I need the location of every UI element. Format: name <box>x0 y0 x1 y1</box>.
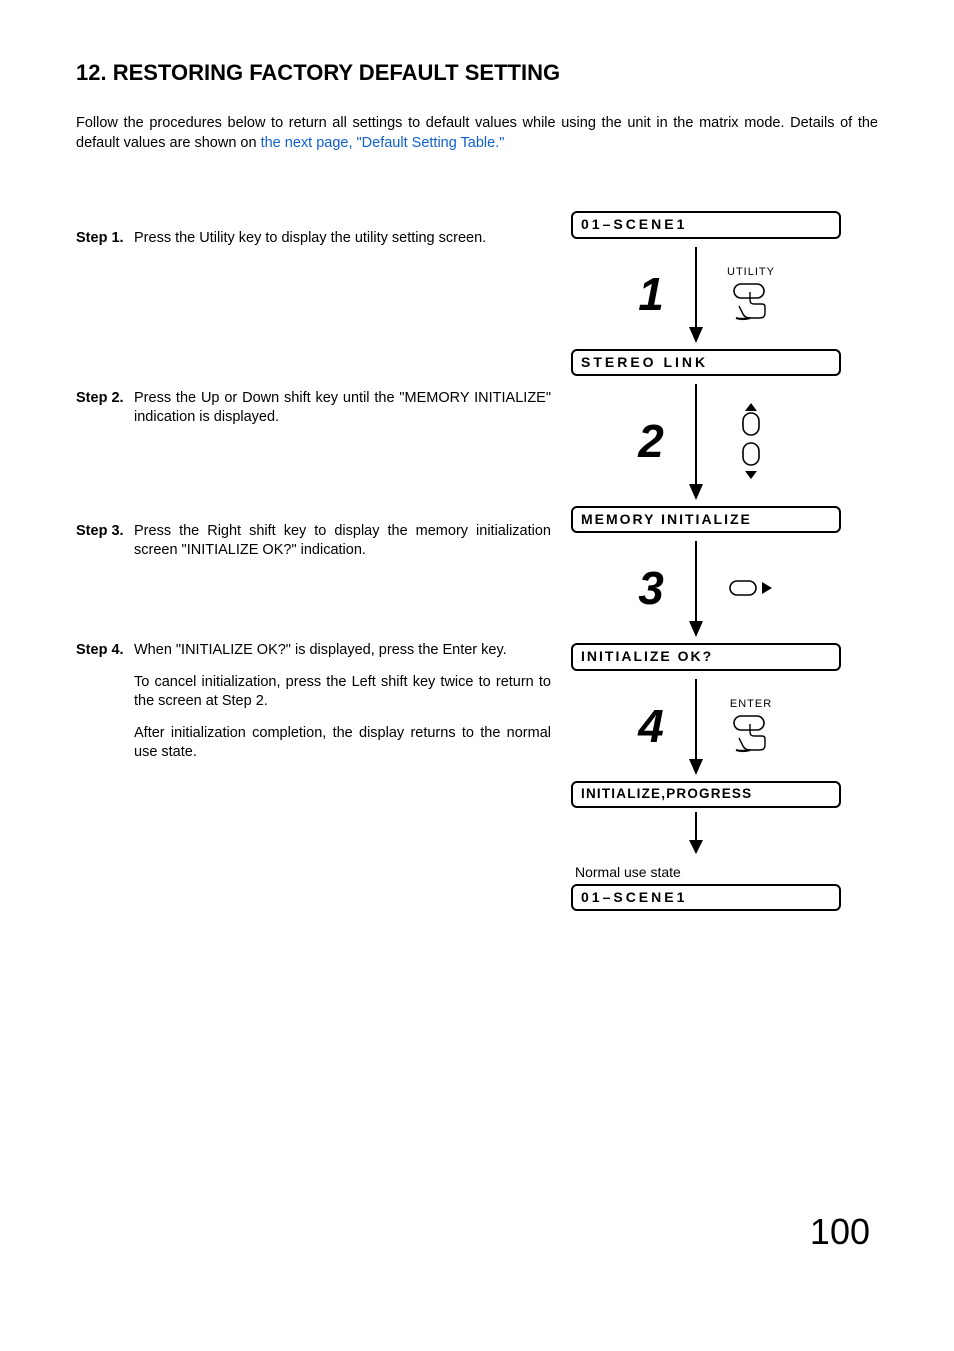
up-down-keys-icon <box>734 401 768 481</box>
step-2-text: Press the Up or Down shift key until the… <box>134 389 551 428</box>
enter-key-label: ENTER <box>730 698 772 710</box>
up-down-keys <box>711 401 791 481</box>
step-2: Step 2. Press the Up or Down shift key u… <box>76 389 551 440</box>
right-key-icon <box>726 575 776 601</box>
step-4-text-1: When "INITIALIZE OK?" is displayed, pres… <box>134 641 551 661</box>
down-arrow-icon <box>681 808 711 858</box>
page-title: 12. RESTORING FACTORY DEFAULT SETTING <box>76 60 878 86</box>
right-shift-key <box>711 575 791 601</box>
lcd-display-2: STEREO LINK <box>571 349 841 376</box>
step-4: Step 4. When "INITIALIZE OK?" is display… <box>76 641 551 775</box>
press-button-icon <box>728 282 774 322</box>
flow-step-2: 2 <box>571 376 841 506</box>
utility-key-label: UTILITY <box>727 266 775 278</box>
flow-number-1: 1 <box>621 267 681 321</box>
step-1: Step 1. Press the Utility key to display… <box>76 229 551 261</box>
step-4-text-2: To cancel initialization, press the Left… <box>134 673 551 712</box>
utility-key: UTILITY <box>711 266 791 322</box>
down-arrow-icon <box>681 671 711 781</box>
lcd-display-6: 01–SCENE1 <box>571 884 841 911</box>
step-1-label: Step 1. <box>76 229 134 261</box>
step-4-label: Step 4. <box>76 641 134 775</box>
step-1-text: Press the Utility key to display the uti… <box>134 229 551 249</box>
lcd-display-4: INITIALIZE OK? <box>571 643 841 670</box>
page-root: 12. RESTORING FACTORY DEFAULT SETTING Fo… <box>0 0 954 1313</box>
default-setting-table-link[interactable]: the next page, "Default Setting Table." <box>261 135 505 151</box>
down-arrow-icon <box>681 376 711 506</box>
flow-step-1: 1 UTILITY <box>571 239 841 349</box>
flow-step-progress <box>571 808 841 858</box>
lcd-display-5: INITIALIZE,PROGRESS <box>571 781 841 808</box>
enter-key: ENTER <box>711 698 791 754</box>
content-row: Step 1. Press the Utility key to display… <box>76 211 878 911</box>
lcd-display-1: 01–SCENE1 <box>571 211 841 238</box>
flow-step-4: 4 ENTER <box>571 671 841 781</box>
flow-step-3: 3 <box>571 533 841 643</box>
flow-number-3: 3 <box>621 561 681 615</box>
step-2-label: Step 2. <box>76 389 134 440</box>
flow-number-4: 4 <box>621 699 681 753</box>
step-3-text: Press the Right shift key to display the… <box>134 522 551 561</box>
down-arrow-icon <box>681 533 711 643</box>
page-number: 100 <box>76 1211 878 1253</box>
flow-number-2: 2 <box>621 414 681 468</box>
intro-paragraph: Follow the procedures below to return al… <box>76 114 878 153</box>
steps-column: Step 1. Press the Utility key to display… <box>76 211 571 775</box>
normal-state-caption: Normal use state <box>575 864 841 880</box>
lcd-display-3: MEMORY INITIALIZE <box>571 506 841 533</box>
press-button-icon <box>728 714 774 754</box>
step-4-text-3: After initialization completion, the dis… <box>134 724 551 763</box>
down-arrow-icon <box>681 239 711 349</box>
step-3: Step 3. Press the Right shift key to dis… <box>76 522 551 573</box>
step-3-label: Step 3. <box>76 522 134 573</box>
display-flow-column: 01–SCENE1 1 UTILITY STEREO L <box>571 211 841 911</box>
